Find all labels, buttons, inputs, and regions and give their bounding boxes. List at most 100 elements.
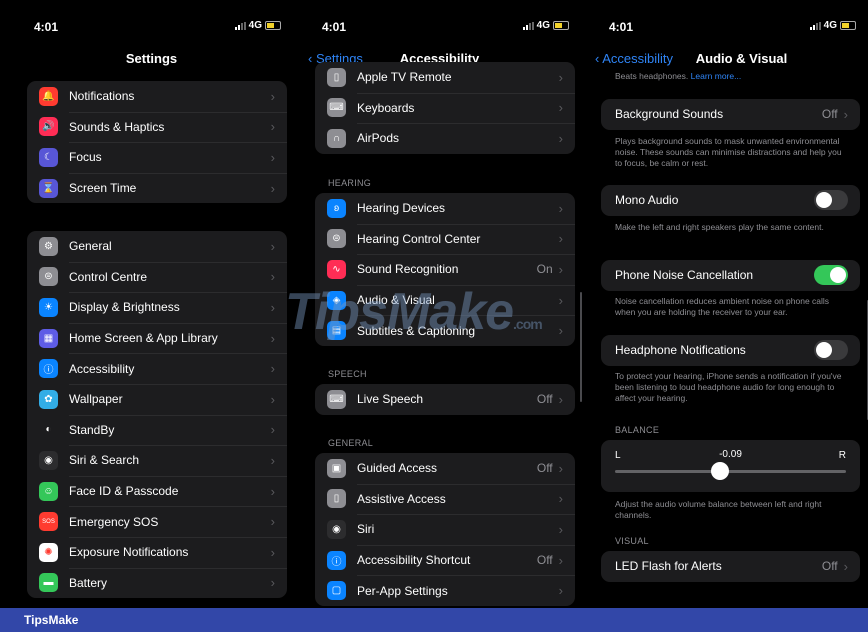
sos-icon: SOS: [39, 512, 58, 532]
balance-slider-thumb[interactable]: [711, 462, 730, 480]
footer-bar: TipsMake: [0, 608, 868, 632]
accessibility-group-speech: ⌨ Live Speech Off ›: [315, 384, 575, 415]
standby-icon: ◐: [39, 420, 58, 440]
chevron-right-icon: ›: [843, 106, 848, 122]
status-time: 4:01: [609, 20, 634, 34]
list-item-assistive-access[interactable]: ▯ Assistive Access ›: [315, 483, 575, 515]
balance-value: -0.09: [719, 449, 742, 460]
headphone-notifications-row: Headphone Notifications: [601, 335, 860, 366]
speaker-eye-icon: ◈: [327, 290, 346, 310]
mono-audio-toggle[interactable]: [814, 190, 848, 211]
list-item-sound-recognition[interactable]: ∿ Sound Recognition On ›: [315, 254, 575, 285]
list-item-accessibility-shortcut[interactable]: ⓘ Accessibility Shortcut Off ›: [315, 544, 575, 576]
list-item-control-centre[interactable]: ⊜ Control Centre ›: [27, 261, 287, 293]
nav-bar: Settings: [8, 48, 295, 70]
mono-audio-row: Mono Audio: [601, 185, 860, 216]
chevron-right-icon: ›: [558, 100, 563, 116]
list-item-airpods[interactable]: ∩ AirPods ›: [315, 123, 575, 154]
list-item-sounds-haptics[interactable]: 🔊 Sounds & Haptics ›: [27, 111, 287, 143]
waveform-icon: ∿: [327, 259, 346, 279]
scrollbar[interactable]: [580, 292, 582, 402]
chevron-right-icon: ›: [270, 483, 275, 499]
battery-status-icon: [553, 21, 569, 30]
app-settings-icon: ▢: [327, 581, 346, 601]
background-sounds-row[interactable]: Background Sounds Off ›: [601, 99, 860, 130]
headphone-notifications-group: Headphone Notifications: [601, 335, 860, 366]
list-item-per-app-settings[interactable]: ▢ Per-App Settings ›: [315, 575, 575, 606]
section-header-hearing: HEARING: [328, 178, 372, 188]
ear-icon: ʚ: [327, 198, 346, 218]
list-item-face-id-passcode[interactable]: ☺ Face ID & Passcode ›: [27, 475, 287, 507]
list-item-hearing-control-center[interactable]: ⊜ Hearing Control Center ›: [315, 223, 575, 255]
list-item-apple-tv-remote[interactable]: ▯ Apple TV Remote ›: [315, 62, 575, 93]
siri-icon: ◉: [39, 450, 58, 470]
mono-audio-group: Mono Audio: [601, 185, 860, 216]
network-label: 4G: [536, 20, 550, 31]
status-time: 4:01: [34, 20, 59, 34]
chevron-right-icon: ›: [558, 261, 563, 277]
settings-screen: 4:01 4G Settings 🔔 Notifications › 🔊 Sounds …: [8, 0, 295, 608]
hourglass-icon: ⌛: [39, 178, 58, 198]
chevron-right-icon: ›: [270, 238, 275, 254]
list-item-emergency-sos[interactable]: SOS Emergency SOS ›: [27, 506, 287, 537]
lock-icon: ▣: [327, 458, 346, 478]
signal-icon: [522, 21, 534, 30]
list-item-accessibility[interactable]: ⓘ Accessibility ›: [27, 353, 287, 384]
chevron-right-icon: ›: [270, 544, 275, 560]
list-item-siri[interactable]: ◉ Siri ›: [315, 514, 575, 545]
list-item-subtitles-captioning[interactable]: ▤ Subtitles & Captioning ›: [315, 315, 575, 346]
speaker-icon: 🔊: [39, 117, 58, 137]
section-header-speech: SPEECH: [328, 369, 367, 379]
balance-note: Adjust the audio volume balance between …: [615, 499, 822, 520]
list-item-screen-time[interactable]: ⌛ Screen Time ›: [27, 172, 287, 204]
switches-icon: ⊜: [327, 229, 346, 249]
gear-icon: ⚙: [39, 236, 58, 256]
chevron-right-icon: ›: [270, 299, 275, 315]
list-item-exposure-notifications[interactable]: ✺ Exposure Notifications ›: [27, 536, 287, 568]
chevron-right-icon: ›: [558, 491, 563, 507]
chevron-right-icon: ›: [270, 422, 275, 438]
beats-note: Beats headphones. Learn more...: [615, 71, 742, 81]
list-item-display-brightness[interactable]: ☀ Display & Brightness ›: [27, 292, 287, 323]
status-bar: 4:01 4G: [296, 14, 583, 38]
chevron-right-icon: ›: [843, 558, 848, 574]
list-item-standby[interactable]: ◐ StandBy ›: [27, 414, 287, 446]
accessibility-group-general: ▣ Guided Access Off › ▯ Assistive Access › ◉ Sir…: [315, 453, 575, 606]
chevron-right-icon: ›: [270, 330, 275, 346]
chevron-right-icon: ›: [270, 149, 275, 165]
battery-status-icon: [840, 21, 856, 30]
list-item-guided-access[interactable]: ▣ Guided Access Off ›: [315, 453, 575, 484]
learn-more-link[interactable]: Learn more...: [691, 71, 742, 81]
phone-noise-toggle[interactable]: [814, 265, 848, 286]
battery-status-icon: [265, 21, 281, 30]
led-flash-row[interactable]: LED Flash for Alerts Off ›: [601, 551, 860, 582]
list-item-siri-search[interactable]: ◉ Siri & Search ›: [27, 445, 287, 476]
mono-audio-note: Make the left and right speakers play th…: [615, 222, 824, 232]
list-item-home-screen-app-library[interactable]: ▦ Home Screen & App Library ›: [27, 322, 287, 354]
chevron-right-icon: ›: [558, 323, 563, 339]
list-item-hearing-devices[interactable]: ʚ Hearing Devices ›: [315, 193, 575, 224]
headphone-notifications-toggle[interactable]: [814, 340, 848, 361]
status-bar: 4:01 4G: [8, 14, 295, 38]
chevron-right-icon: ›: [558, 583, 563, 599]
list-item-battery[interactable]: ▬ Battery ›: [27, 567, 287, 599]
balance-right-label: R: [838, 450, 846, 461]
status-bar: 4:01 4G: [583, 14, 868, 38]
list-item-audio-visual[interactable]: ◈ Audio & Visual ›: [315, 284, 575, 316]
list-item-keyboards[interactable]: ⌨ Keyboards ›: [315, 92, 575, 124]
list-item-notifications[interactable]: 🔔 Notifications ›: [27, 81, 287, 112]
list-item-focus[interactable]: ☾ Focus ›: [27, 142, 287, 173]
section-header-visual: VISUAL: [615, 536, 649, 546]
battery-icon: ▬: [39, 573, 58, 593]
background-sounds-group: Background Sounds Off ›: [601, 99, 860, 130]
background-sounds-note: Plays background sounds to mask unwanted…: [615, 136, 842, 168]
list-item-wallpaper[interactable]: ✿ Wallpaper ›: [27, 383, 287, 415]
siri-icon: ◉: [327, 519, 346, 539]
chevron-right-icon: ›: [270, 361, 275, 377]
list-item-general[interactable]: ⚙ General ›: [27, 231, 287, 262]
section-header-balance: BALANCE: [615, 425, 660, 435]
list-item-live-speech[interactable]: ⌨ Live Speech Off ›: [315, 384, 575, 415]
grid-icon: ▦: [39, 328, 58, 348]
balance-track[interactable]: [615, 470, 846, 473]
section-header-general: GENERAL: [328, 438, 374, 448]
